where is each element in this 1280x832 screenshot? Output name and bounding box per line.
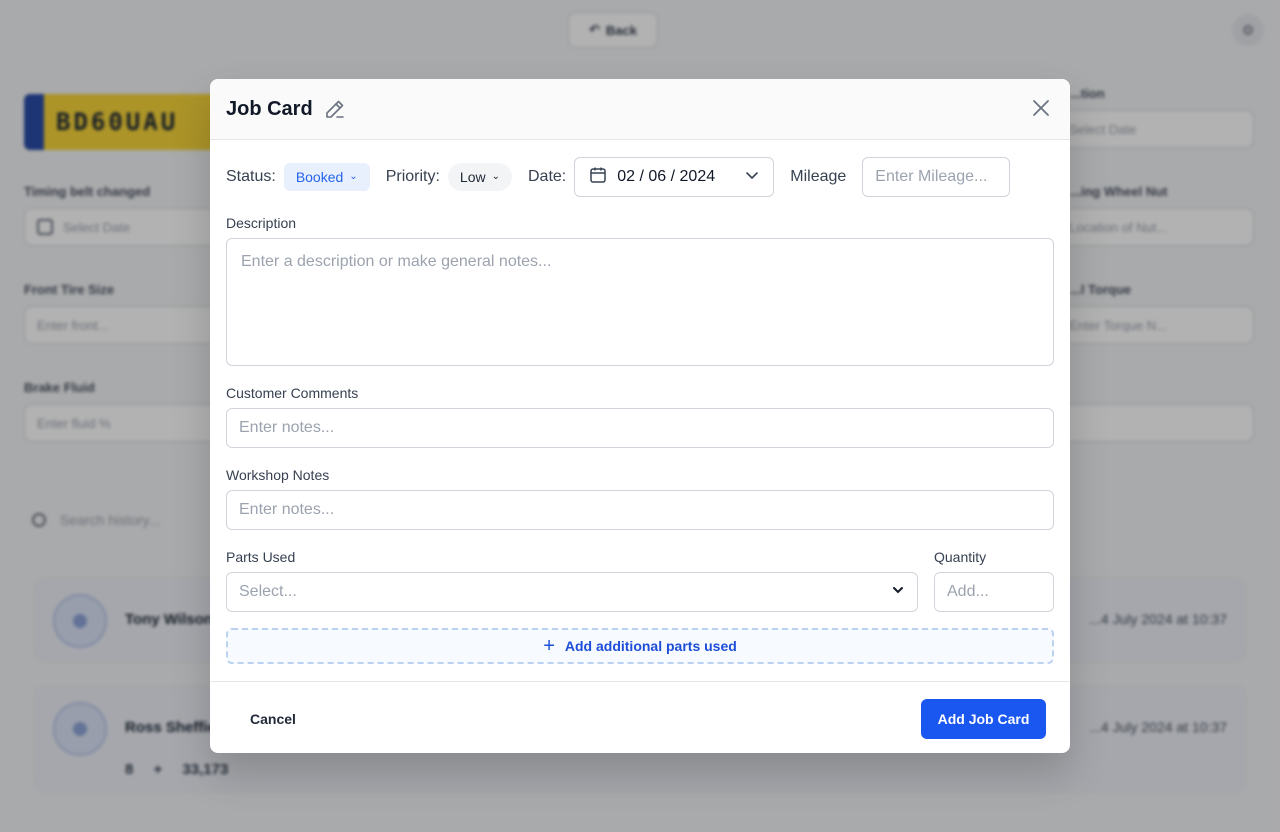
priority-value: Low [459,169,486,185]
job-meta-row: Status: Booked ⌄ Priority: Low ⌄ Date: 0… [226,157,1054,197]
status-dropdown[interactable]: Booked ⌄ [283,163,370,191]
date-picker[interactable]: 02 / 06 / 2024 [574,157,775,197]
add-additional-parts-button[interactable]: + Add additional parts used [226,628,1054,664]
quantity-input[interactable] [934,572,1054,612]
close-icon[interactable] [1030,97,1052,119]
chevron-down-icon [745,168,759,187]
parts-used-select[interactable]: Select... [226,572,918,612]
parts-used-label: Parts Used [226,549,296,565]
parts-select-placeholder: Select... [239,583,297,600]
customer-comments-label: Customer Comments [226,385,359,401]
chevron-down-icon [891,583,905,602]
mileage-label: Mileage [790,168,847,185]
date-value: 02 / 06 / 2024 [617,168,716,185]
status-value: Booked [295,169,344,185]
status-label: Status: [226,168,276,185]
workshop-notes-label: Workshop Notes [226,467,330,483]
quantity-label: Quantity [934,549,987,565]
cancel-button[interactable]: Cancel [234,700,312,738]
edit-pencil-icon[interactable] [323,97,347,121]
chevron-down-icon: ⌄ [349,171,358,182]
description-textarea[interactable] [226,238,1054,366]
modal-header: Job Card [210,79,1070,140]
add-parts-label: Add additional parts used [564,638,737,654]
date-label: Date: [528,168,567,185]
calendar-icon [589,166,607,189]
priority-dropdown[interactable]: Low ⌄ [447,163,512,191]
workshop-notes-input[interactable] [226,490,1054,530]
description-label: Description [226,215,297,231]
chevron-down-icon: ⌄ [491,171,500,182]
mileage-input[interactable] [862,157,1011,197]
add-job-card-button[interactable]: Add Job Card [921,699,1046,739]
plus-icon: + [543,635,555,657]
customer-comments-input[interactable] [226,408,1054,448]
modal-footer: Cancel Add Job Card [210,681,1070,753]
modal-title: Job Card [226,97,313,120]
job-card-modal: Job Card Status: Booked ⌄ Priority: Low … [210,79,1070,753]
priority-label: Priority: [385,168,440,185]
